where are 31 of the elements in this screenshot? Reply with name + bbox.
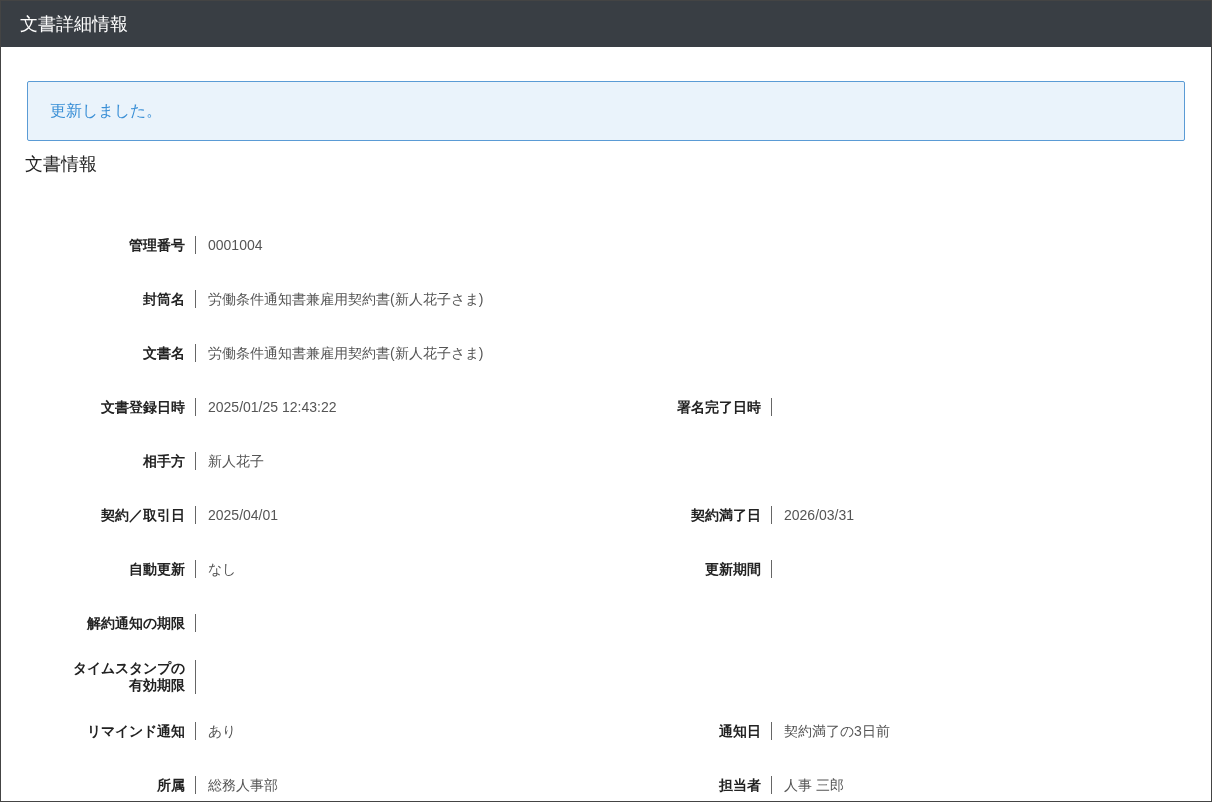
field-label: 通知日 <box>719 722 761 740</box>
field-value: 労働条件通知書兼雇用契約書(新人花子さま) <box>195 344 484 362</box>
field-value: 2026/03/31 <box>771 506 855 524</box>
field-value: なし <box>195 560 236 578</box>
field-label: 文書名 <box>143 344 185 362</box>
field-label: 封筒名 <box>143 290 185 308</box>
field-label: 署名完了日時 <box>677 398 761 416</box>
field-label: 管理番号 <box>129 236 185 254</box>
field-value: 総務人事部 <box>195 776 278 794</box>
field-label: 担当者 <box>719 776 761 794</box>
field-value: 新人花子 <box>195 452 264 470</box>
field-label: 自動更新 <box>129 560 185 578</box>
field-value: 人事 三郎 <box>771 776 844 794</box>
field-label: リマインド通知 <box>87 722 185 740</box>
field-label: 相手方 <box>143 452 185 470</box>
field-value: 労働条件通知書兼雇用契約書(新人花子さま) <box>195 290 484 308</box>
field-label: タイムスタンプの有効期限 <box>73 660 185 694</box>
field-value: 2025/01/25 12:43:22 <box>195 398 337 416</box>
alert-message: 更新しました。 <box>50 101 162 121</box>
field-label: 文書登録日時 <box>101 398 185 416</box>
field-value: 2025/04/01 <box>195 506 279 524</box>
field-label: 契約／取引日 <box>101 506 185 524</box>
section-title: 文書情報 <box>25 154 97 174</box>
field-label: 解約通知の期限 <box>87 614 185 632</box>
field-value: 0001004 <box>195 236 263 254</box>
field-value: 契約満了の3日前 <box>771 722 890 740</box>
field-label: 所属 <box>157 776 185 794</box>
field-label: 更新期間 <box>705 560 761 578</box>
field-label: 契約満了日 <box>691 506 761 524</box>
window-title: 文書詳細情報 <box>20 12 128 36</box>
field-value: あり <box>195 722 236 740</box>
